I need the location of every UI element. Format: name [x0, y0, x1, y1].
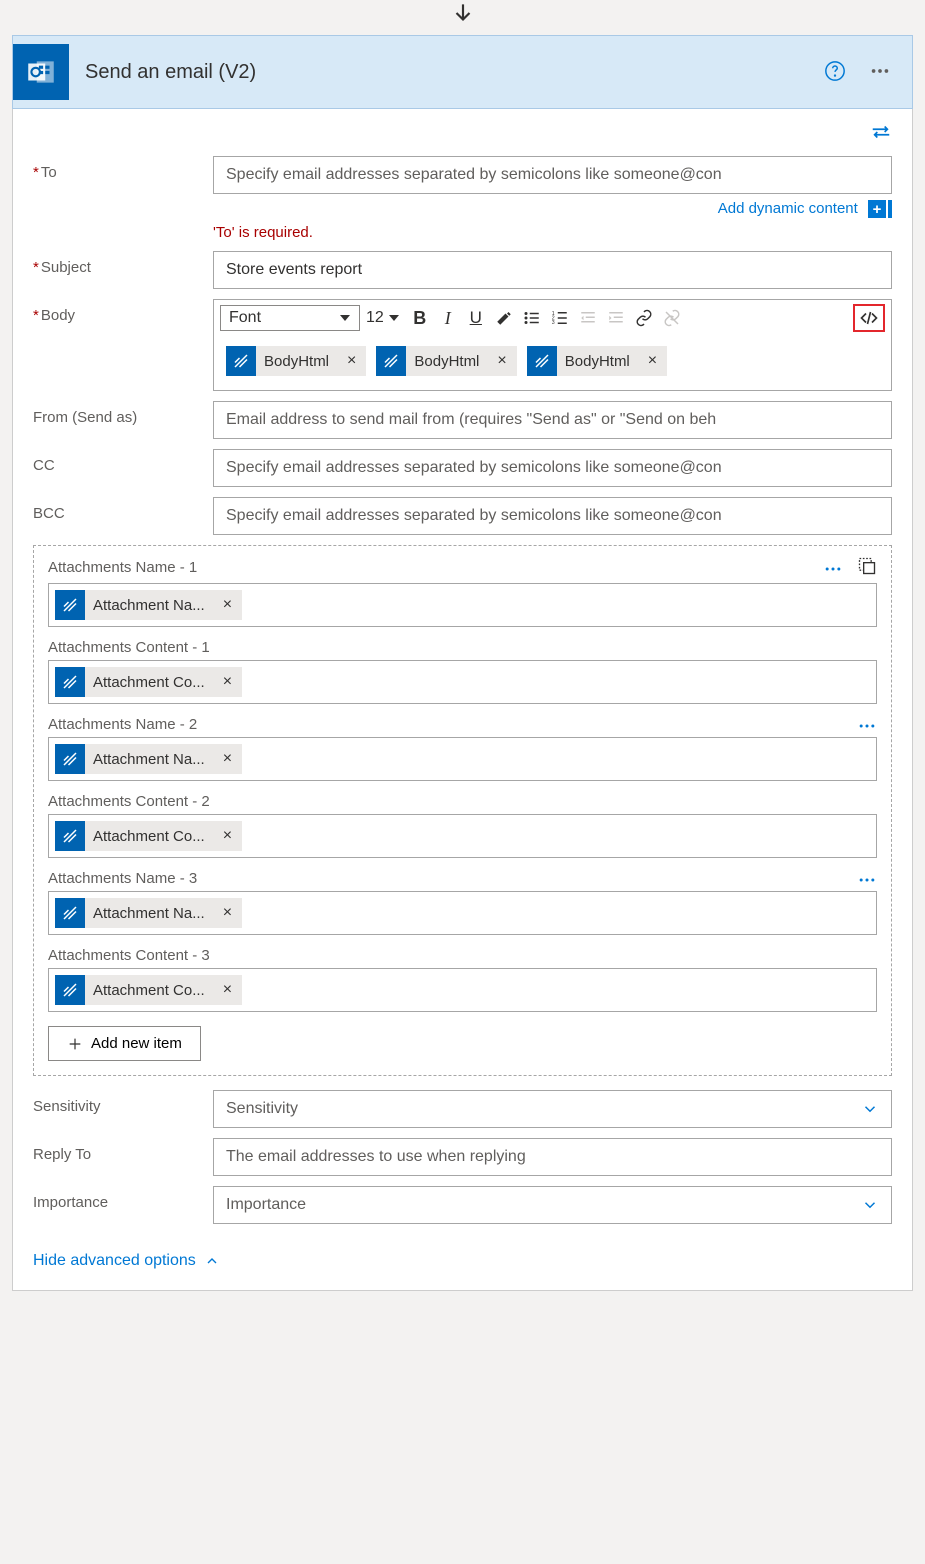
- replyto-label: Reply To: [33, 1138, 213, 1163]
- importance-label: Importance: [33, 1186, 213, 1211]
- font-select[interactable]: Font: [220, 305, 360, 331]
- hide-advanced-options-link[interactable]: Hide advanced options: [33, 1252, 220, 1270]
- add-dynamic-plus-icon[interactable]: +: [868, 200, 886, 218]
- importance-select[interactable]: Importance: [213, 1186, 892, 1224]
- cc-input[interactable]: [213, 449, 892, 487]
- body-token: BodyHtml ×: [527, 346, 667, 376]
- dynamic-content-icon: [55, 667, 85, 697]
- dynamic-content-icon: [55, 821, 85, 851]
- ellipsis-icon[interactable]: [866, 60, 894, 85]
- attachment-name-label: Attachments Name - 2: [48, 716, 197, 733]
- flow-arrow-icon: [12, 0, 913, 35]
- attachment-name-label: Attachments Name - 1: [48, 559, 197, 576]
- dynamic-content-icon: [527, 346, 557, 376]
- cc-label: CC: [33, 449, 213, 474]
- body-token: BodyHtml ×: [226, 346, 366, 376]
- attachment-name-label: Attachments Name - 3: [48, 870, 197, 887]
- sensitivity-label: Sensitivity: [33, 1090, 213, 1115]
- attachment-item-menu-icon[interactable]: [857, 717, 877, 733]
- body-token: BodyHtml ×: [376, 346, 516, 376]
- indent-icon[interactable]: [602, 304, 630, 332]
- dynamic-content-icon: [376, 346, 406, 376]
- attachment-content-field[interactable]: Attachment Co... ×: [48, 814, 877, 858]
- italic-icon[interactable]: I: [434, 304, 462, 332]
- unlink-icon[interactable]: [658, 304, 686, 332]
- dynamic-content-icon: [55, 898, 85, 928]
- token-remove-icon[interactable]: ×: [337, 352, 366, 370]
- attachment-content-label: Attachments Content - 1: [48, 639, 210, 656]
- attachment-name-token: Attachment Na... ×: [55, 744, 242, 774]
- svg-text:3: 3: [552, 320, 555, 326]
- help-icon[interactable]: [824, 60, 846, 85]
- from-input[interactable]: [213, 401, 892, 439]
- attachment-name-field[interactable]: Attachment Na... ×: [48, 583, 877, 627]
- dynamic-content-icon: [55, 975, 85, 1005]
- underline-icon[interactable]: U: [462, 304, 490, 332]
- attachment-content-token: Attachment Co... ×: [55, 975, 242, 1005]
- attachment-name-field[interactable]: Attachment Na... ×: [48, 891, 877, 935]
- outdent-icon[interactable]: [574, 304, 602, 332]
- attachment-item-menu-icon[interactable]: [857, 871, 877, 887]
- swap-icon[interactable]: [870, 128, 892, 144]
- token-remove-icon[interactable]: ×: [213, 673, 242, 691]
- bullet-list-icon[interactable]: [518, 304, 546, 332]
- to-input[interactable]: [213, 156, 892, 194]
- body-content[interactable]: BodyHtml × BodyHtml × BodyHtml ×: [214, 336, 891, 390]
- attachment-content-field[interactable]: Attachment Co... ×: [48, 968, 877, 1012]
- bold-icon[interactable]: B: [406, 304, 434, 332]
- to-label: *To: [33, 156, 213, 181]
- body-label: *Body: [33, 299, 213, 324]
- token-remove-icon[interactable]: ×: [213, 750, 242, 768]
- from-label: From (Send as): [33, 401, 213, 426]
- card-body: *To Add dynamic content + 'To' is requir…: [12, 109, 913, 1291]
- token-remove-icon[interactable]: ×: [213, 596, 242, 614]
- code-view-icon[interactable]: [853, 304, 885, 332]
- subject-input[interactable]: [213, 251, 892, 289]
- bcc-input[interactable]: [213, 497, 892, 535]
- attachment-name-field[interactable]: Attachment Na... ×: [48, 737, 877, 781]
- token-remove-icon[interactable]: ×: [213, 827, 242, 845]
- attachment-content-field[interactable]: Attachment Co... ×: [48, 660, 877, 704]
- subject-label: *Subject: [33, 251, 213, 276]
- sensitivity-select[interactable]: Sensitivity: [213, 1090, 892, 1128]
- attachment-content-token: Attachment Co... ×: [55, 821, 242, 851]
- font-size-select[interactable]: 12: [366, 309, 400, 327]
- replyto-input[interactable]: [213, 1138, 892, 1176]
- dynamic-content-icon: [55, 744, 85, 774]
- token-remove-icon[interactable]: ×: [638, 352, 667, 370]
- switch-to-array-icon[interactable]: [857, 556, 877, 579]
- numbered-list-icon[interactable]: 123: [546, 304, 574, 332]
- to-error: 'To' is required.: [213, 224, 892, 241]
- attachment-name-token: Attachment Na... ×: [55, 590, 242, 620]
- attachment-name-token: Attachment Na... ×: [55, 898, 242, 928]
- link-icon[interactable]: [630, 304, 658, 332]
- token-remove-icon[interactable]: ×: [213, 904, 242, 922]
- attachment-content-label: Attachments Content - 3: [48, 947, 210, 964]
- highlight-icon[interactable]: [490, 304, 518, 332]
- attachments-box: Attachments Name - 1 Attachment Na... ×: [33, 545, 892, 1076]
- token-remove-icon[interactable]: ×: [213, 981, 242, 999]
- attachment-content-label: Attachments Content - 2: [48, 793, 210, 810]
- dynamic-content-icon: [55, 590, 85, 620]
- attachment-content-token: Attachment Co... ×: [55, 667, 242, 697]
- attachment-item-menu-icon[interactable]: [823, 560, 843, 576]
- outlook-icon: [13, 44, 69, 100]
- rich-text-editor: Font 12 B I U: [213, 299, 892, 391]
- card-title: Send an email (V2): [85, 61, 824, 84]
- add-new-item-button[interactable]: Add new item: [48, 1026, 201, 1061]
- token-remove-icon[interactable]: ×: [487, 352, 516, 370]
- bcc-label: BCC: [33, 497, 213, 522]
- card-header[interactable]: Send an email (V2): [12, 35, 913, 109]
- dynamic-content-icon: [226, 346, 256, 376]
- add-dynamic-content-link[interactable]: Add dynamic content: [718, 200, 858, 217]
